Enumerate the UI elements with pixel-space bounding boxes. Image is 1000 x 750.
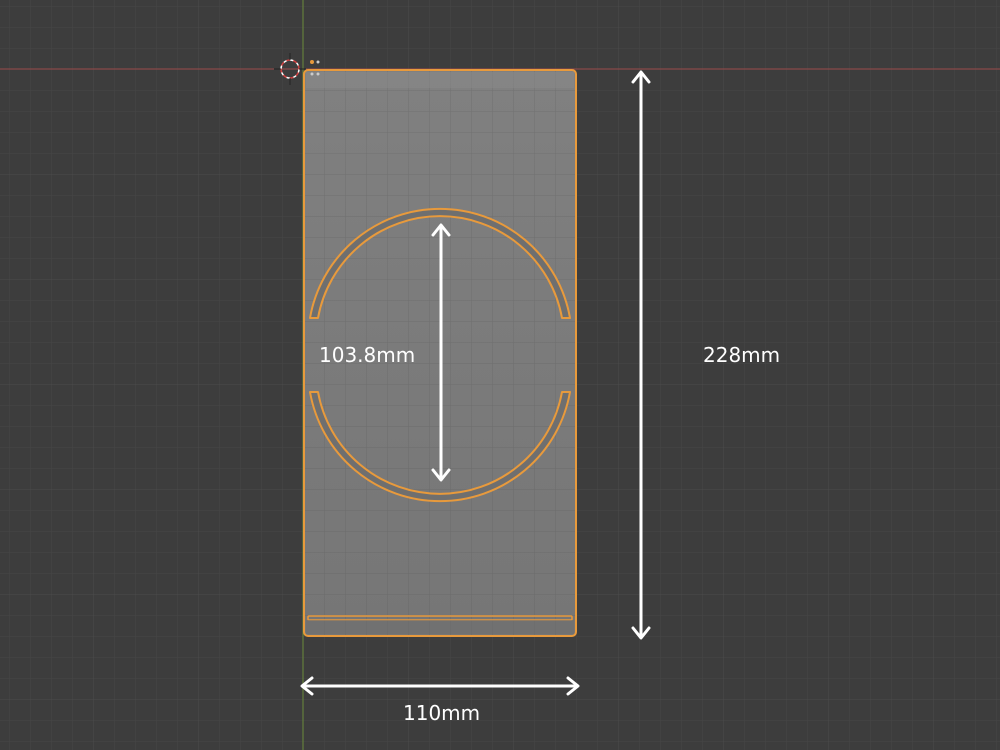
object-top-bevel xyxy=(306,72,574,88)
height-dimension-label: 228mm xyxy=(703,343,780,367)
object-bottom-lip xyxy=(306,620,574,634)
3d-viewport[interactable]: 228mm 110mm 103.8mm xyxy=(0,0,1000,750)
width-dimension-label: 110mm xyxy=(403,701,480,725)
circle-dimension-label: 103.8mm xyxy=(319,343,415,367)
